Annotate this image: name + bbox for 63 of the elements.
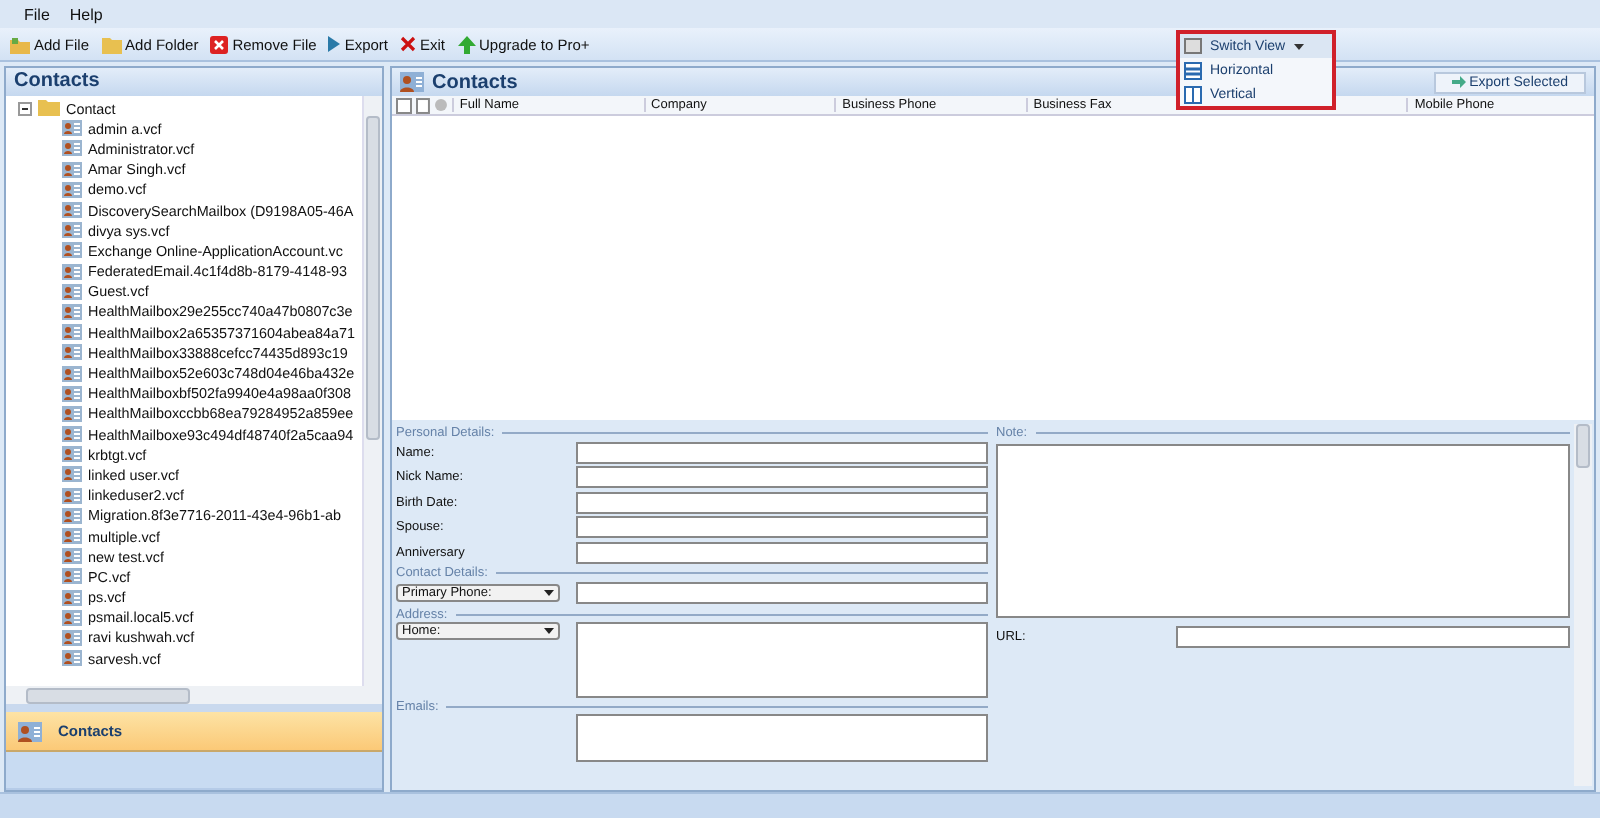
arrow-icon	[1451, 76, 1466, 88]
contact-card-icon	[62, 568, 82, 585]
emails-field[interactable]	[576, 714, 988, 762]
input-field[interactable]	[576, 582, 988, 605]
contact-card-icon	[62, 629, 82, 646]
scrollbar[interactable]	[362, 96, 382, 686]
scrollbar[interactable]	[1574, 424, 1592, 786]
contact-card-icon	[62, 609, 82, 626]
contact-card-icon	[62, 303, 82, 320]
input-field[interactable]	[576, 441, 988, 464]
contact-card-icon	[62, 446, 82, 463]
contact-card-icon	[62, 120, 82, 137]
contact-card-icon	[62, 283, 82, 300]
contact-card-icon	[62, 140, 82, 157]
note-field[interactable]	[996, 444, 1570, 618]
close-icon	[400, 36, 416, 52]
folder-icon	[38, 100, 60, 117]
contact-card-icon	[62, 263, 82, 280]
contact-card-icon	[62, 487, 82, 504]
play-icon	[328, 36, 341, 52]
contact-card-icon	[62, 344, 82, 361]
contact-card-icon	[62, 161, 82, 178]
menu-item[interactable]: File	[24, 5, 50, 23]
scrollbar[interactable]	[6, 686, 382, 704]
contact-card-icon	[62, 466, 82, 483]
input-field[interactable]	[576, 541, 988, 564]
panel-title: Contacts	[432, 71, 518, 93]
menu-item[interactable]: Help	[69, 5, 103, 23]
input-field[interactable]	[576, 466, 988, 489]
contact-card-icon	[62, 589, 82, 606]
panel-title: Contacts	[6, 68, 382, 96]
contact-card-icon	[62, 548, 82, 565]
up-arrow-icon	[457, 35, 476, 53]
contact-card-icon	[62, 324, 82, 341]
collapse-icon[interactable]	[18, 101, 32, 116]
contact-card-icon	[62, 528, 82, 545]
caret-icon	[1293, 43, 1304, 49]
input-field[interactable]	[576, 491, 988, 514]
folder-icon	[101, 35, 122, 53]
contact-card-icon	[62, 507, 82, 524]
select-all-checkbox[interactable]	[396, 97, 412, 113]
contact-card-icon	[62, 426, 82, 443]
contact-card-icon	[62, 365, 82, 382]
contact-card-icon	[62, 242, 82, 259]
remove-icon	[210, 35, 229, 53]
contact-card-icon	[62, 202, 82, 219]
contact-card-icon	[62, 405, 82, 422]
contacts-icon	[400, 72, 424, 92]
contact-card-icon	[62, 181, 82, 198]
address-field[interactable]	[576, 622, 988, 698]
contact-card-icon	[62, 650, 82, 667]
folder-plus-icon	[10, 35, 30, 53]
caret-icon	[544, 628, 554, 634]
contact-card-icon	[62, 222, 82, 239]
caret-icon	[544, 590, 554, 597]
window-icon	[1184, 38, 1202, 54]
input-field[interactable]	[576, 516, 988, 539]
horizontal-layout-icon	[1184, 61, 1202, 79]
contacts-icon	[18, 721, 42, 741]
url-field[interactable]	[1176, 626, 1570, 648]
contact-card-icon	[62, 385, 82, 402]
vertical-layout-icon	[1184, 85, 1202, 103]
attachment-icon	[433, 98, 448, 112]
